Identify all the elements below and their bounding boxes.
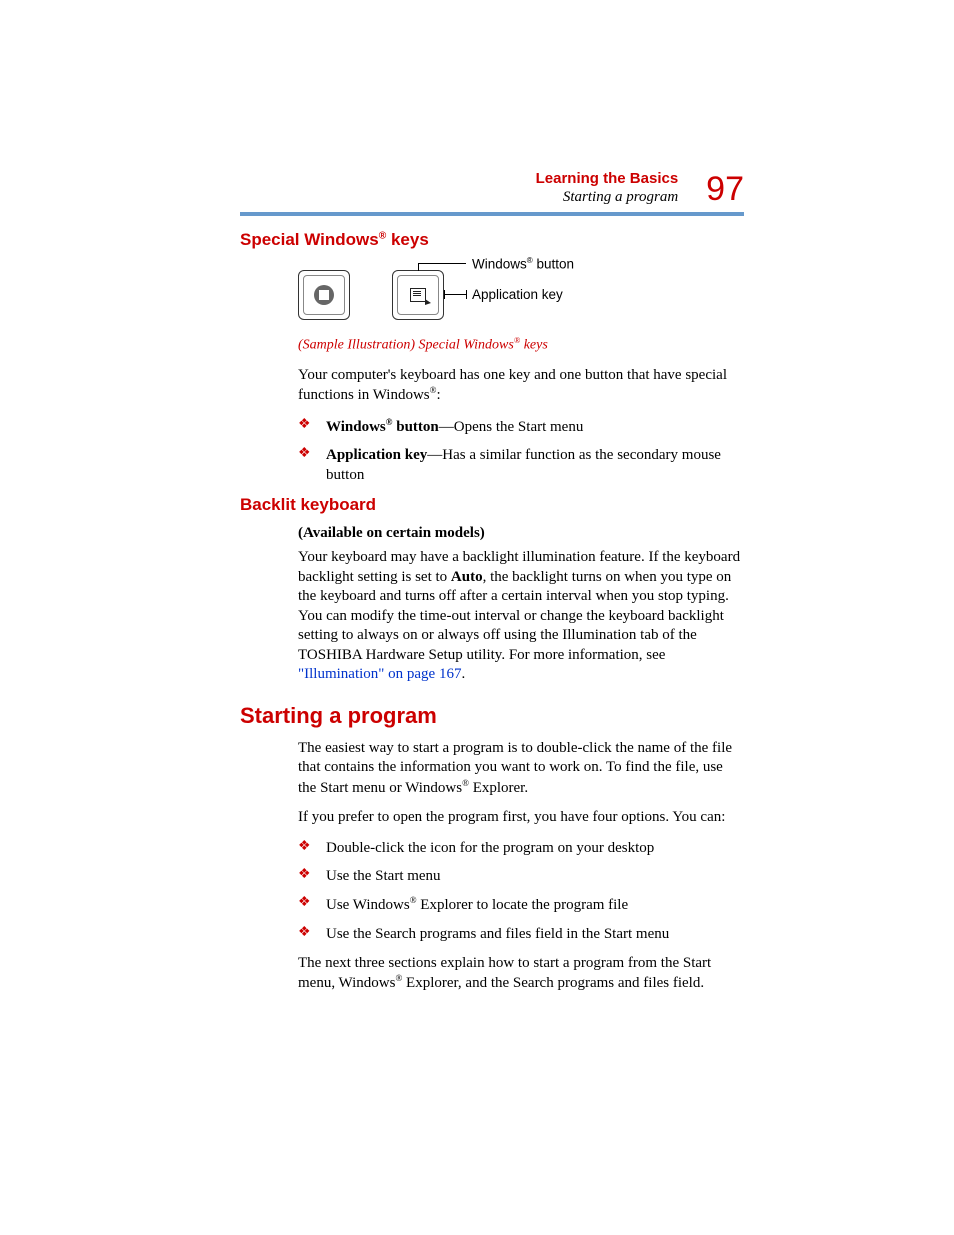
windows-logo-icon (314, 285, 334, 305)
heading-special-windows-keys: Special Windows® keys (240, 230, 744, 250)
callout-line (466, 290, 467, 299)
callout-line (444, 290, 445, 299)
list-item: Application key—Has a similar function a… (298, 445, 744, 486)
page-number: 97 (706, 172, 744, 206)
paragraph: If you prefer to open the program first,… (298, 808, 744, 828)
callout-line (444, 294, 466, 295)
list-item: Use the Search programs and files field … (298, 924, 744, 944)
paragraph: Your keyboard may have a backlight illum… (298, 548, 744, 685)
list-item: Use the Start menu (298, 866, 744, 886)
heading-starting-a-program: Starting a program (240, 703, 744, 729)
list-item: Windows® button—Opens the Start menu (298, 416, 744, 437)
illustration-special-keys: Windows® button Application key (298, 260, 744, 330)
callout-line (418, 263, 466, 264)
heading-backlit-keyboard: Backlit keyboard (240, 495, 744, 515)
list-item: Double-click the icon for the program on… (298, 838, 744, 858)
header-section: Starting a program (536, 188, 679, 206)
illustration-caption: (Sample Illustration) Special Windows® k… (298, 336, 744, 354)
paragraph: The easiest way to start a program is to… (298, 739, 744, 799)
application-key-icon (392, 270, 444, 320)
callout-label-windows-button: Windows® button (472, 256, 574, 272)
link-illumination[interactable]: "Illumination" on page 167 (298, 666, 461, 682)
paragraph: Your computer's keyboard has one key and… (298, 366, 744, 406)
page-header: Learning the Basics Starting a program 9… (240, 170, 744, 206)
paragraph: The next three sections explain how to s… (298, 954, 744, 994)
header-rule (240, 212, 744, 216)
availability-note: (Available on certain models) (298, 525, 744, 542)
header-chapter: Learning the Basics (536, 170, 679, 188)
callout-label-application-key: Application key (472, 287, 563, 302)
callout-line (418, 263, 419, 271)
menu-cursor-icon (410, 288, 426, 302)
windows-key-icon (298, 270, 350, 320)
list-item: Use Windows® Explorer to locate the prog… (298, 894, 744, 915)
